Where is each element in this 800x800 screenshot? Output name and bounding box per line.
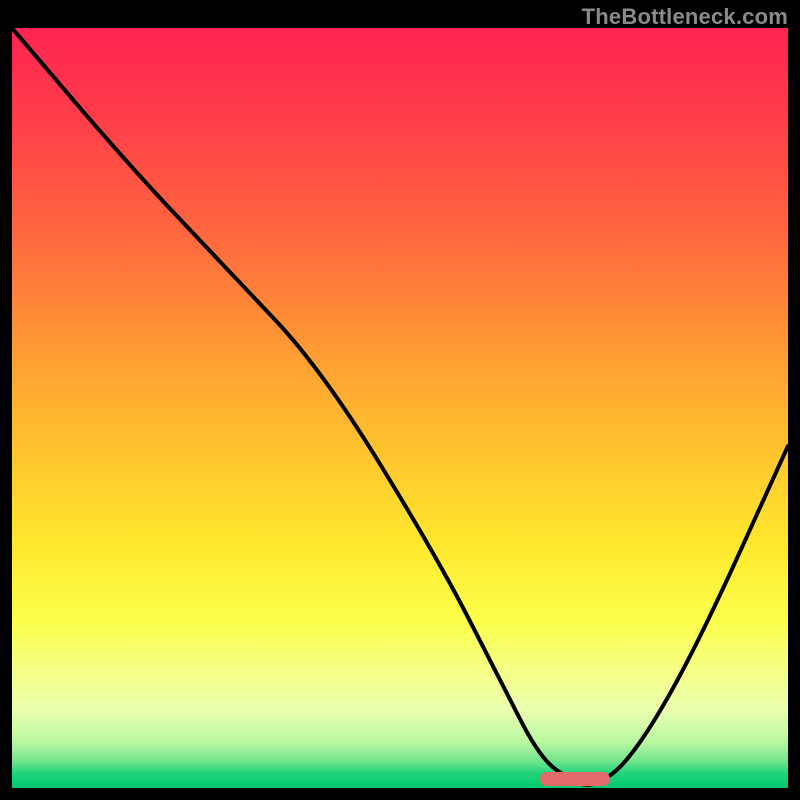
curve-path	[12, 28, 788, 785]
chart-frame: TheBottleneck.com	[0, 0, 800, 800]
watermark-text: TheBottleneck.com	[582, 4, 788, 30]
plot-area	[12, 28, 788, 788]
optimal-range-marker	[540, 772, 610, 786]
bottleneck-curve	[12, 28, 788, 788]
